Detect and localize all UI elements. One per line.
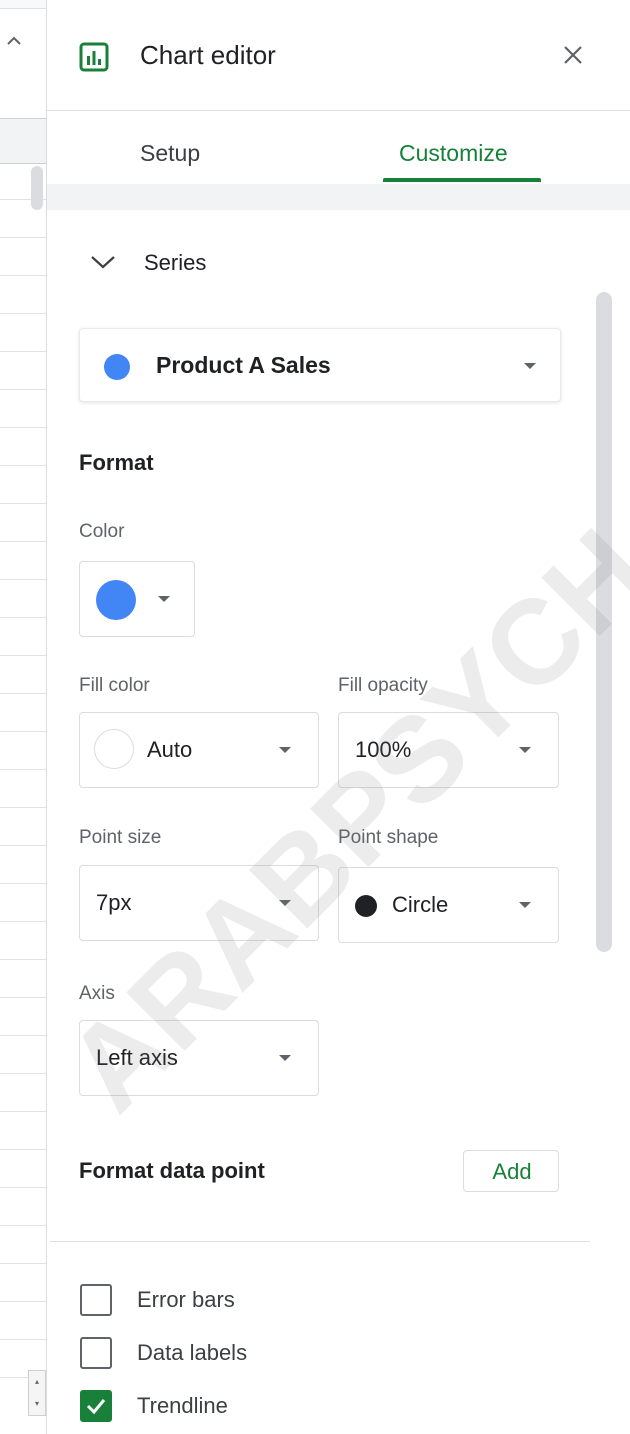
point-shape-value: Circle bbox=[392, 892, 449, 917]
fill-opacity-select[interactable]: 100% bbox=[338, 712, 559, 788]
editor-tabs: Setup Customize bbox=[47, 110, 630, 184]
fill-color-label: Fill color bbox=[79, 675, 150, 696]
point-size-label: Point size bbox=[79, 827, 162, 848]
point-size-select[interactable]: 7px bbox=[79, 865, 319, 941]
section-divider bbox=[50, 1241, 590, 1242]
axis-select[interactable]: Left axis bbox=[79, 1020, 319, 1096]
trendline-checkbox[interactable] bbox=[80, 1390, 112, 1422]
error-bars-checkbox[interactable] bbox=[80, 1284, 112, 1316]
content-separator bbox=[47, 184, 630, 210]
chart-editor-header: Chart editor bbox=[47, 0, 630, 111]
chevron-up-icon[interactable] bbox=[6, 33, 22, 49]
panel-scrollbar[interactable] bbox=[596, 292, 612, 952]
color-picker-button[interactable] bbox=[79, 561, 195, 637]
checkmark-icon bbox=[86, 1399, 106, 1415]
chart-icon bbox=[79, 42, 109, 72]
dropdown-arrow-icon bbox=[279, 900, 291, 906]
chevron-down-icon bbox=[91, 256, 115, 269]
series-select[interactable]: Product A Sales bbox=[79, 328, 561, 402]
auto-color-swatch bbox=[94, 729, 134, 769]
fill-color-select[interactable]: Auto bbox=[79, 712, 319, 788]
tab-setup[interactable]: Setup bbox=[140, 140, 200, 167]
dropdown-arrow-icon bbox=[279, 747, 291, 753]
dropdown-arrow-icon bbox=[524, 363, 536, 369]
format-data-point-label: Format data point bbox=[79, 1158, 265, 1183]
fill-color-value: Auto bbox=[147, 737, 193, 762]
tab-customize[interactable]: Customize bbox=[399, 140, 508, 167]
sheet-scroll-buttons[interactable]: ▴ ▾ bbox=[28, 1370, 46, 1416]
dropdown-arrow-icon bbox=[519, 902, 531, 908]
circle-shape-icon bbox=[355, 895, 377, 917]
point-size-value: 7px bbox=[96, 890, 132, 915]
dropdown-arrow-icon bbox=[158, 596, 170, 602]
data-labels-checkbox[interactable] bbox=[80, 1337, 112, 1369]
axis-label: Axis bbox=[79, 983, 115, 1004]
series-color-dot bbox=[104, 354, 130, 380]
sheet-toolbar-edge bbox=[0, 0, 46, 9]
axis-value: Left axis bbox=[96, 1045, 178, 1070]
dropdown-arrow-icon bbox=[519, 747, 531, 753]
sheet-scrollbar[interactable] bbox=[31, 166, 43, 210]
sheet-row-lines bbox=[0, 162, 46, 1412]
fill-opacity-label: Fill opacity bbox=[338, 675, 428, 696]
sheet-header-row bbox=[0, 118, 46, 164]
chart-editor-panel: Chart editor Setup Customize Series Prod… bbox=[47, 0, 630, 1434]
trendline-label: Trendline bbox=[137, 1393, 228, 1418]
color-label: Color bbox=[79, 521, 125, 542]
close-icon[interactable] bbox=[558, 40, 588, 70]
format-heading: Format bbox=[79, 450, 154, 475]
add-data-point-button[interactable]: Add bbox=[463, 1150, 559, 1192]
point-shape-label: Point shape bbox=[338, 827, 439, 848]
data-labels-label: Data labels bbox=[137, 1340, 248, 1365]
error-bars-label: Error bars bbox=[137, 1287, 235, 1312]
point-shape-select[interactable]: Circle bbox=[338, 867, 559, 943]
chart-editor-title: Chart editor bbox=[140, 40, 276, 70]
fill-opacity-value: 100% bbox=[355, 737, 412, 762]
active-tab-indicator bbox=[383, 178, 541, 182]
dropdown-arrow-icon bbox=[279, 1055, 291, 1061]
add-button-label: Add bbox=[492, 1159, 532, 1184]
series-section-label: Series bbox=[144, 250, 207, 275]
color-swatch bbox=[96, 580, 136, 620]
spreadsheet-edge: ▴ ▾ bbox=[0, 0, 47, 1434]
customize-content: Series Product A Sales Format Color Fill… bbox=[50, 210, 590, 1434]
series-select-value: Product A Sales bbox=[156, 352, 331, 378]
